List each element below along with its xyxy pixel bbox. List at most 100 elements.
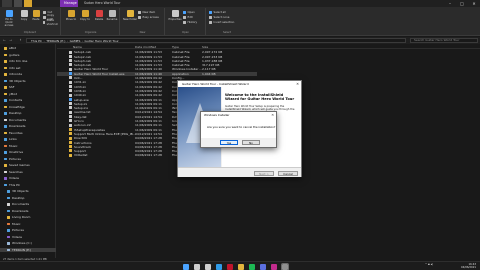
forward-button[interactable]: →	[8, 38, 13, 43]
nav-item[interactable]: Downloads	[0, 124, 56, 129]
nav-item[interactable]: CrossEdge	[0, 105, 56, 110]
nav-item[interactable]: mtx set	[0, 66, 56, 71]
wizard-next-button[interactable]: Next >	[254, 170, 274, 176]
nav-item[interactable]: Links	[0, 137, 56, 142]
invert-selection-button[interactable]: Invert selection	[209, 20, 234, 24]
nav-item[interactable]: Music	[0, 222, 56, 227]
nav-item-label: guitars	[9, 52, 20, 57]
nav-item[interactable]: Living Room	[0, 215, 56, 220]
nav-item[interactable]: 3D Objects	[0, 79, 56, 84]
close-button[interactable]: ✕	[468, 0, 480, 7]
red-app-icon[interactable]	[227, 263, 233, 270]
quick-access-toolbar[interactable]	[2, 0, 12, 7]
file-explorer-icon[interactable]	[238, 263, 244, 270]
nav-item[interactable]: Videos	[0, 176, 56, 181]
move-to-icon	[67, 10, 75, 17]
open-button[interactable]: Open	[183, 10, 195, 14]
installer-icon[interactable]	[281, 262, 289, 270]
edge-icon[interactable]	[216, 263, 222, 270]
paste-label: Paste	[32, 18, 40, 21]
nav-item[interactable]: Downloads	[0, 209, 56, 214]
nav-item[interactable]: TERRAIN (E:)	[0, 247, 56, 253]
edit-button[interactable]: Edit	[183, 15, 193, 19]
new-folder-button[interactable]: New folder	[123, 10, 137, 21]
paste-button[interactable]: Paste	[29, 10, 43, 21]
nav-item[interactable]: Desktop	[0, 111, 56, 116]
new-item-button[interactable]: New item	[138, 10, 155, 14]
breadcrumb-segment[interactable]: TERRAIN (E:)	[46, 39, 65, 43]
move-to-button[interactable]: Move to	[64, 10, 78, 21]
nav-item-label: Documents	[12, 202, 30, 207]
wizard-footer: Next > Cancel	[178, 167, 301, 177]
easy-access-button[interactable]: Easy access	[138, 15, 159, 19]
breadcrumb-separator-icon[interactable]: ›	[44, 39, 45, 43]
nav-item[interactable]: Saved Games	[0, 163, 56, 168]
nav-item-label: eBot	[9, 46, 16, 51]
nav-item[interactable]: Music	[0, 144, 56, 149]
breadcrumb-segment[interactable]: GAMES	[70, 39, 81, 43]
nav-item[interactable]: Pictures	[0, 157, 56, 162]
wizard-cancel-button[interactable]: Cancel	[278, 170, 298, 176]
paste-shortcut-button[interactable]: Paste shortcut	[43, 18, 60, 26]
nav-item[interactable]: Desktop	[0, 196, 56, 201]
rename-button[interactable]: Rename	[105, 10, 119, 21]
nav-item[interactable]: Contacts	[0, 98, 56, 103]
minimize-button[interactable]: –	[444, 0, 456, 7]
breadcrumb-segment[interactable]: This PC	[31, 39, 42, 43]
nav-item[interactable]: Favorites	[0, 131, 56, 136]
title-bar: Manage Sudan Hero World Tour – □ ✕	[0, 0, 480, 7]
column-type[interactable]: Type	[172, 45, 179, 49]
breadcrumb-separator-icon[interactable]: ›	[82, 39, 83, 43]
store-icon[interactable]	[260, 263, 266, 270]
nav-item[interactable]: Documents	[0, 202, 56, 207]
nav-item[interactable]: OneDrive	[0, 150, 56, 155]
nav-item[interactable]: This PC	[0, 183, 56, 188]
manage-tab[interactable]: Manage	[60, 0, 78, 7]
copy-to-button[interactable]: Copy to	[78, 10, 92, 21]
breadcrumb-segment[interactable]: Guitar Hero World Tour	[85, 39, 119, 43]
yes-button[interactable]: Yes	[220, 140, 238, 145]
nav-item[interactable]: 3D Objects	[0, 189, 56, 194]
select-all-button[interactable]: Select all	[209, 10, 226, 14]
nav-item[interactable]: SSF	[0, 85, 56, 90]
delete-button[interactable]: Delete	[92, 10, 106, 21]
system-tray[interactable]: ^ ▪ ◂)	[425, 263, 439, 266]
nav-item[interactable]: eBot	[0, 46, 56, 51]
media-icon[interactable]	[271, 263, 277, 270]
select-none-button[interactable]: Select none	[209, 15, 229, 19]
windows-start-icon[interactable]	[183, 263, 189, 270]
column-size[interactable]: Size	[202, 45, 208, 49]
nav-item[interactable]: Videos	[0, 235, 56, 240]
pin-button[interactable]: Pin to Quick access	[2, 10, 16, 27]
spotify-icon[interactable]	[249, 263, 255, 270]
nav-item[interactable]: Windows (C:)	[0, 241, 56, 246]
search-icon[interactable]	[194, 263, 200, 270]
file-icon	[69, 110, 72, 114]
open-icon	[183, 10, 186, 14]
nav-item[interactable]: yMod	[0, 92, 56, 97]
properties-button[interactable]: Properties	[168, 10, 182, 21]
nav-item[interactable]: Documents	[0, 118, 56, 123]
breadcrumb-separator-icon[interactable]: ›	[67, 39, 68, 43]
nav-item[interactable]: mtx tim doe	[0, 59, 56, 64]
nav-item[interactable]: guitars	[0, 53, 56, 58]
up-button[interactable]: ↑	[18, 38, 23, 43]
clock[interactable]: 16:43 04/06/2021	[444, 263, 476, 269]
nav-item[interactable]: Searches	[0, 170, 56, 175]
file-icon	[69, 76, 72, 80]
folder-icon[interactable]	[24, 0, 32, 7]
history-button[interactable]: History	[183, 20, 197, 24]
address-bar[interactable]: This PC › TERRAIN (E:) › GAMES › Guitar Hero W…	[26, 38, 406, 43]
nav-item[interactable]: Pictures	[0, 228, 56, 233]
column-date-modified[interactable]: Date modified	[135, 45, 156, 49]
folder-icon	[4, 60, 7, 63]
column-name[interactable]: Name	[73, 45, 82, 49]
search-input[interactable]: Search Guitar Hero World Tour	[410, 38, 478, 43]
save-icon[interactable]	[14, 0, 22, 7]
no-button[interactable]: No	[242, 140, 260, 145]
maximize-button[interactable]: □	[456, 0, 468, 7]
file-icon	[69, 119, 72, 123]
task-view-icon[interactable]	[205, 263, 211, 270]
nav-item[interactable]: mtxcode	[0, 72, 56, 77]
back-button[interactable]: ←	[2, 38, 7, 43]
